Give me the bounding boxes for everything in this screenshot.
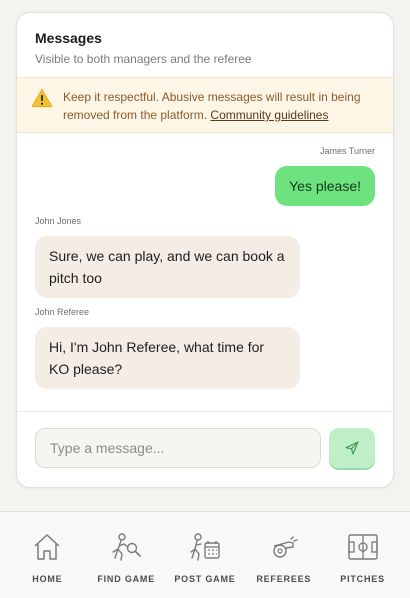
find-game-icon xyxy=(112,533,141,561)
nav-label: HOME xyxy=(32,574,63,584)
nav-item-referees[interactable]: REFEREES xyxy=(245,512,323,598)
nav-label: PITCHES xyxy=(340,574,385,584)
whistle-icon xyxy=(273,536,298,558)
community-guidelines-link[interactable]: Community guidelines xyxy=(210,108,328,122)
message-input[interactable] xyxy=(35,428,321,468)
message-sender: James Turner xyxy=(319,146,375,156)
warning-text: Keep it respectful. Abusive messages wil… xyxy=(63,88,379,124)
send-button[interactable] xyxy=(329,428,375,468)
messages-title: Messages xyxy=(35,30,102,46)
warning-banner: Keep it respectful. Abusive messages wil… xyxy=(17,77,393,133)
home-icon xyxy=(34,534,60,560)
nav-item-pitches[interactable]: PITCHES xyxy=(324,512,402,598)
messages-subtitle: Visible to both managers and the referee xyxy=(35,52,252,66)
message-item: James Turner Yes please! xyxy=(35,145,375,206)
nav-label: POST GAME xyxy=(174,574,236,584)
message-thread: James Turner Yes please! John Jones Sure… xyxy=(17,133,393,417)
warning-triangle-icon xyxy=(31,88,53,108)
message-bubble-outgoing: Yes please! xyxy=(275,166,375,206)
nav-item-find-game[interactable]: FIND GAME xyxy=(87,512,165,598)
message-sender: John Referee xyxy=(35,307,90,317)
nav-label: REFEREES xyxy=(256,574,312,584)
nav-label: FIND GAME xyxy=(97,574,156,584)
message-bubble-incoming: Sure, we can play, and we can book a pit… xyxy=(35,236,300,298)
messages-card: Messages Visible to both managers and th… xyxy=(16,12,394,488)
message-composer xyxy=(17,411,393,487)
message-item: John Jones Sure, we can play, and we can… xyxy=(35,215,375,298)
pitch-icon xyxy=(347,534,378,560)
messages-header: Messages Visible to both managers and th… xyxy=(17,13,393,77)
nav-item-home[interactable]: HOME xyxy=(8,512,86,598)
send-icon xyxy=(345,441,359,455)
nav-item-post-game[interactable]: POST GAME xyxy=(166,512,244,598)
message-item: John Referee Hi, I'm John Referee, what … xyxy=(35,306,375,389)
post-game-icon xyxy=(190,533,220,561)
bottom-nav: HOME FIND GAME POST GAME REFEREES PITCHE… xyxy=(0,511,410,598)
message-bubble-incoming: Hi, I'm John Referee, what time for KO p… xyxy=(35,327,300,389)
message-sender: John Jones xyxy=(35,216,82,226)
